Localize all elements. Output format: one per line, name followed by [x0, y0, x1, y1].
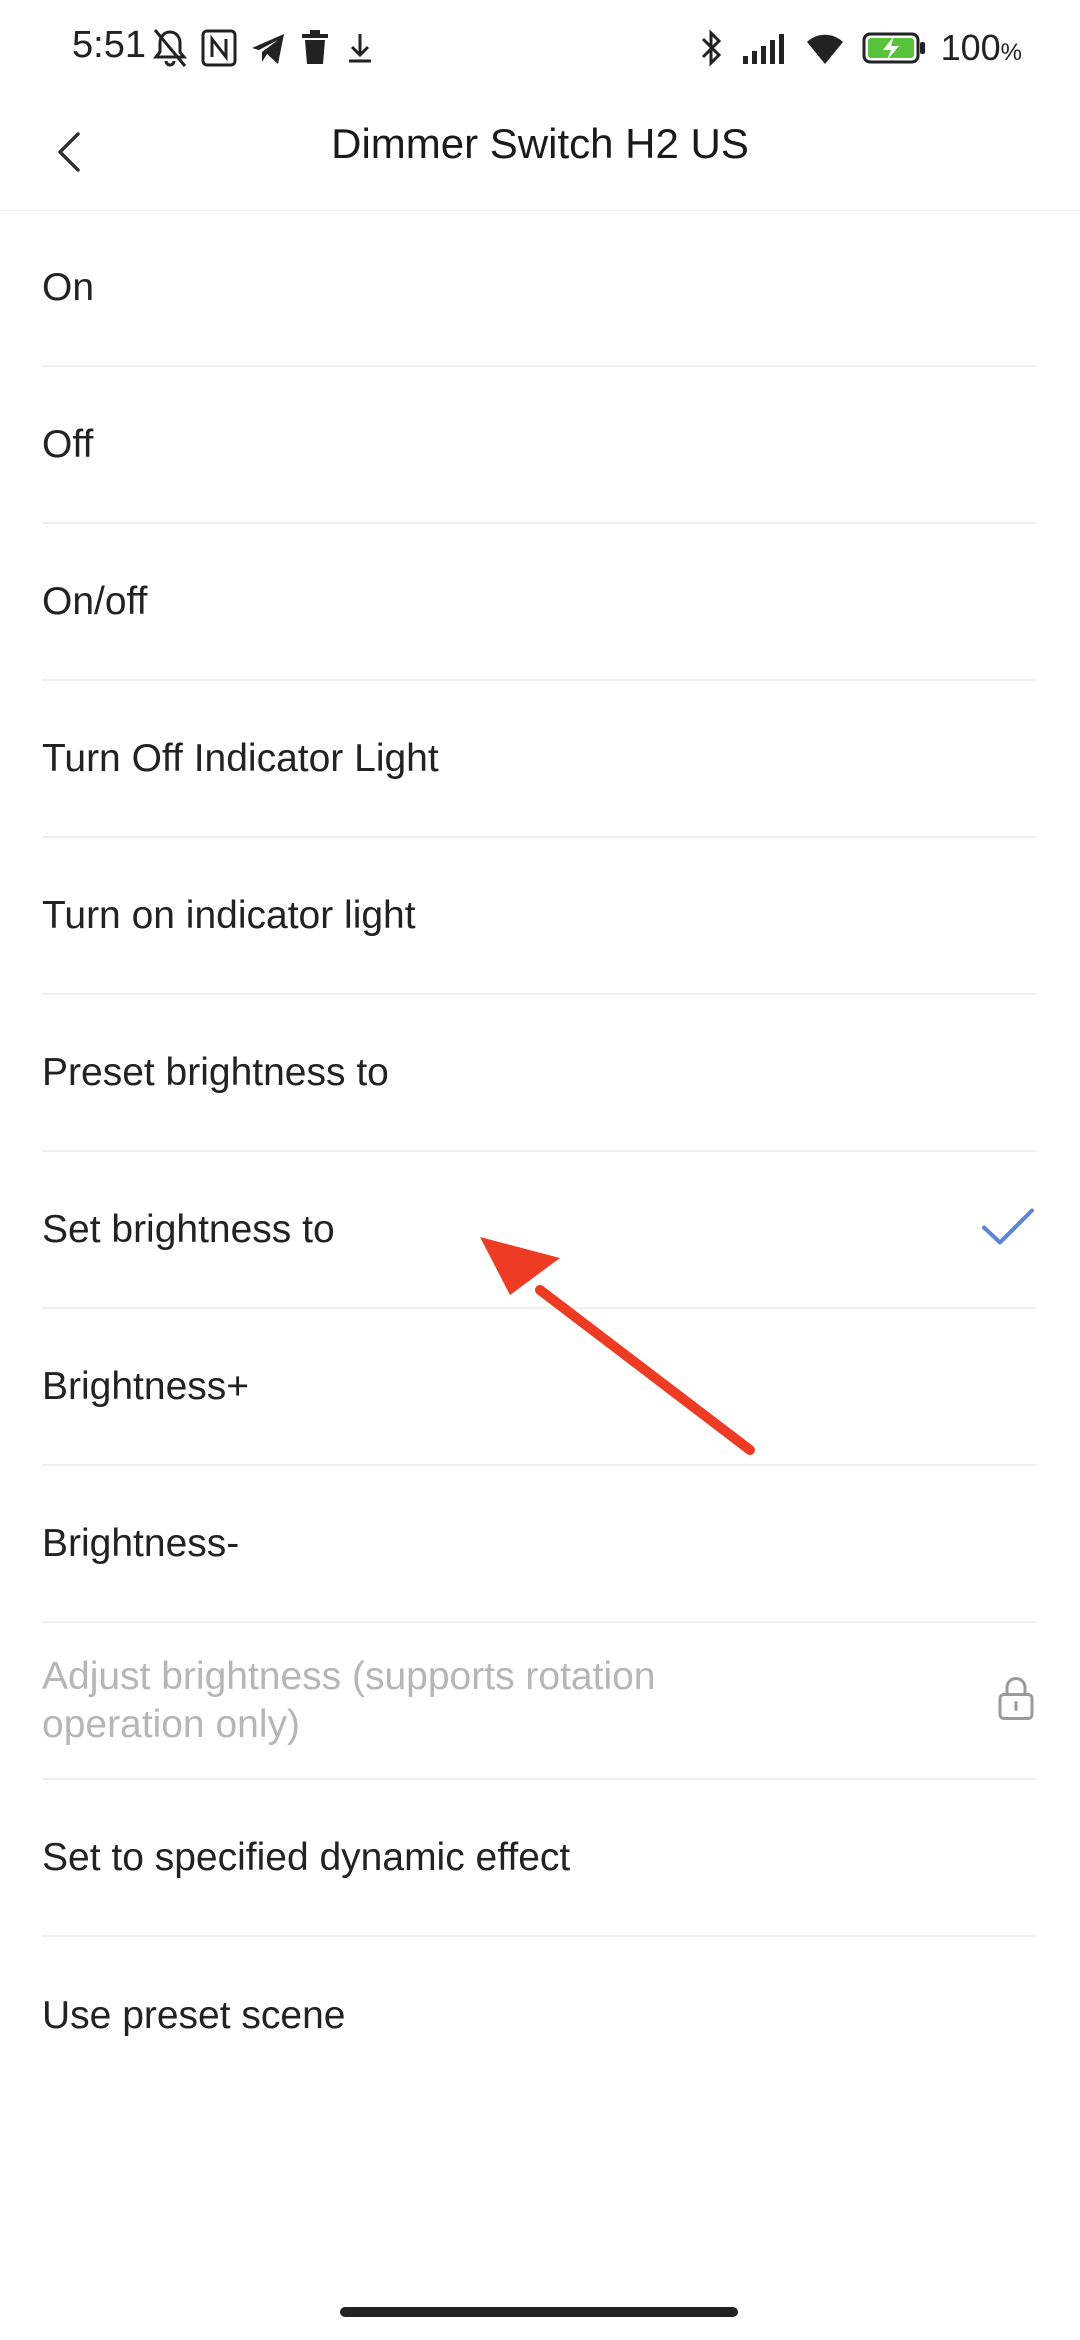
nfc-icon	[200, 26, 238, 70]
wifi-icon	[803, 26, 847, 70]
battery-percent: 100%	[940, 27, 1022, 68]
telegram-icon	[248, 26, 288, 70]
trash-icon	[298, 26, 332, 70]
action-turn-off-indicator-light[interactable]: Turn Off Indicator Light	[42, 681, 1036, 838]
download-icon	[342, 26, 378, 70]
action-label: Use preset scene	[42, 1993, 346, 2037]
action-label: Turn on indicator light	[42, 893, 416, 937]
action-label: Brightness+	[42, 1364, 250, 1408]
action-set-dynamic-effect[interactable]: Set to specified dynamic effect	[42, 1780, 1036, 1937]
system-icons: 100%	[697, 26, 1022, 70]
status-bar: 5:51 100%	[0, 0, 1080, 100]
action-set-brightness[interactable]: Set brightness to	[42, 1152, 1036, 1309]
battery-charging-icon	[861, 26, 927, 70]
action-adjust-brightness-locked[interactable]: Adjust brightness (supports rotation ope…	[42, 1623, 1036, 1780]
signal-icon	[741, 26, 789, 70]
home-indicator[interactable]	[340, 2307, 738, 2317]
action-brightness-plus[interactable]: Brightness+	[42, 1309, 1036, 1466]
action-label: On/off	[42, 579, 148, 623]
action-label: Turn Off Indicator Light	[42, 736, 439, 780]
action-brightness-minus[interactable]: Brightness-	[42, 1466, 1036, 1623]
checkmark-icon	[980, 1205, 1036, 1254]
action-label: Set brightness to	[42, 1207, 335, 1251]
action-on-off[interactable]: On/off	[42, 524, 1036, 681]
page-title: Dimmer Switch H2 US	[331, 120, 749, 167]
mute-bell-icon	[150, 26, 190, 70]
action-turn-on-indicator-light[interactable]: Turn on indicator light	[42, 838, 1036, 995]
action-label: Brightness-	[42, 1521, 240, 1565]
notification-icons	[150, 26, 378, 70]
action-label: Adjust brightness (supports rotation ope…	[42, 1654, 656, 1746]
lock-icon	[996, 1674, 1036, 1727]
action-preset-brightness[interactable]: Preset brightness to	[42, 995, 1036, 1152]
action-on[interactable]: On	[42, 210, 1036, 367]
status-time: 5:51	[72, 24, 146, 66]
action-off[interactable]: Off	[42, 367, 1036, 524]
page-header: Dimmer Switch H2 US	[0, 100, 1080, 211]
action-label: On	[42, 265, 95, 309]
action-use-preset-scene[interactable]: Use preset scene	[42, 1937, 1036, 2094]
action-list: On Off On/off Turn Off Indicator Light T…	[0, 210, 1080, 2094]
bluetooth-icon	[697, 26, 727, 70]
action-label: Off	[42, 422, 94, 466]
action-label: Preset brightness to	[42, 1050, 389, 1094]
action-label: Set to specified dynamic effect	[42, 1835, 571, 1879]
